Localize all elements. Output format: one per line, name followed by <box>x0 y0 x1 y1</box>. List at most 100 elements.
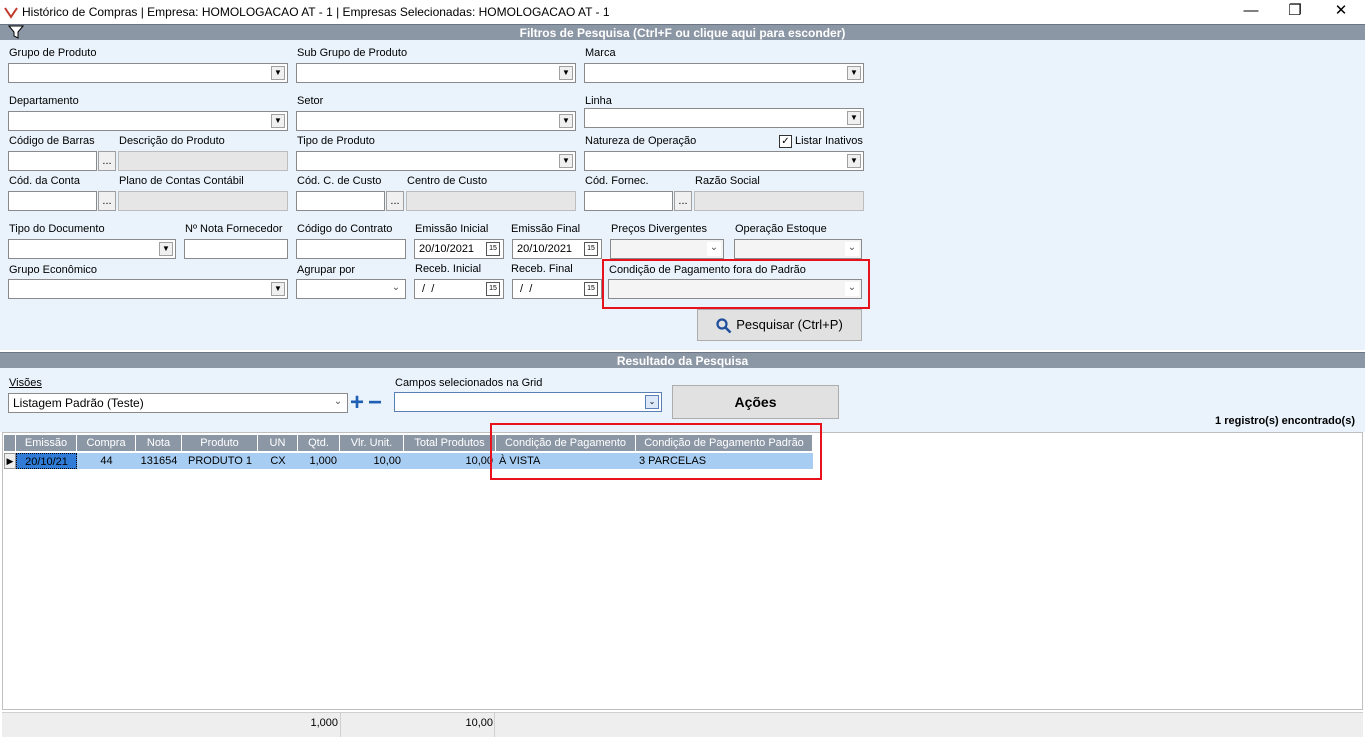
table-cell[interactable]: CX <box>258 453 298 469</box>
pesquisar-button[interactable]: Pesquisar (Ctrl+P) <box>697 309 862 341</box>
column-header[interactable]: Compra <box>77 435 136 451</box>
razao-social-label: Razão Social <box>695 175 760 187</box>
chevron-down-icon: ▼ <box>559 114 573 128</box>
marca-label: Marca <box>585 47 616 59</box>
operacao-estoque-select[interactable]: ⌄ <box>734 239 862 259</box>
visoes-select[interactable]: Listagem Padrão (Teste) ⌄ <box>8 393 348 413</box>
tipo-produto-select[interactable]: ▼ <box>296 151 576 171</box>
campos-select[interactable]: ⌄ <box>394 392 662 412</box>
cod-fornec-input[interactable] <box>584 191 673 211</box>
add-view-icon[interactable]: + <box>350 391 364 415</box>
codigo-barras-label: Código de Barras <box>9 135 95 147</box>
highlight-box-filter <box>602 259 870 309</box>
descricao-produto-label: Descrição do Produto <box>119 135 225 147</box>
calendar-icon[interactable]: 15 <box>584 282 598 296</box>
close-button[interactable]: ✕ <box>1318 0 1364 24</box>
table-cell[interactable]: 10,00 <box>340 453 404 469</box>
table-cell[interactable]: 131654 <box>136 453 182 469</box>
column-header[interactable]: Vlr. Unit. <box>340 435 404 451</box>
visoes-label: Visões <box>9 377 42 389</box>
row-indicator-icon: ▶ <box>4 453 16 469</box>
emissao-inicial-value: 20/10/2021 <box>419 243 475 255</box>
chevron-down-icon: ▼ <box>559 154 573 168</box>
emissao-final-date[interactable]: 20/10/2021 15 <box>512 239 602 259</box>
agrupar-por-select[interactable]: ⌄ <box>296 279 406 299</box>
receb-inicial-value: / / <box>419 283 435 295</box>
linha-select[interactable]: ▼ <box>584 108 864 128</box>
column-header[interactable]: Emissão <box>16 435 77 451</box>
results-header-label: Resultado da Pesquisa <box>616 354 749 368</box>
precos-divergentes-label: Preços Divergentes <box>611 223 707 235</box>
column-header[interactable]: Qtd. <box>298 435 340 451</box>
precos-divergentes-select[interactable]: ⌄ <box>610 239 724 259</box>
codigo-barras-lookup-button[interactable]: ... <box>98 151 116 171</box>
chevron-down-icon: ▼ <box>271 114 285 128</box>
column-header[interactable]: UN <box>258 435 298 451</box>
emissao-inicial-date[interactable]: 20/10/2021 15 <box>414 239 504 259</box>
descricao-produto-field <box>118 151 288 171</box>
chevron-down-icon: ⌄ <box>707 242 721 256</box>
tipo-documento-select[interactable]: ▼ <box>8 239 176 259</box>
receb-inicial-date[interactable]: / / 15 <box>414 279 504 299</box>
search-icon <box>716 317 732 333</box>
receb-final-date[interactable]: / / 15 <box>512 279 602 299</box>
grupo-economico-select[interactable]: ▼ <box>8 279 288 299</box>
calendar-icon[interactable]: 15 <box>584 242 598 256</box>
grid-indicator-header <box>4 435 16 451</box>
calendar-icon[interactable]: 15 <box>486 242 500 256</box>
cod-fornec-lookup-button[interactable]: ... <box>674 191 692 211</box>
linha-label: Linha <box>585 95 612 107</box>
sub-grupo-select[interactable]: ▼ <box>296 63 576 83</box>
table-cell[interactable]: PRODUTO 1 <box>182 453 258 469</box>
cod-c-custo-lookup-button[interactable]: ... <box>386 191 404 211</box>
marca-select[interactable]: ▼ <box>584 63 864 83</box>
emissao-inicial-label: Emissão Inicial <box>415 223 489 235</box>
column-header[interactable]: Nota <box>136 435 182 451</box>
emissao-final-value: 20/10/2021 <box>517 243 573 255</box>
chevron-down-icon: ▼ <box>847 154 861 168</box>
tipo-produto-label: Tipo de Produto <box>297 135 375 147</box>
receb-inicial-label: Receb. Inicial <box>415 263 482 275</box>
remove-view-icon[interactable]: − <box>368 391 382 415</box>
grupo-produto-select[interactable]: ▼ <box>8 63 288 83</box>
filters-header[interactable]: Filtros de Pesquisa (Ctrl+F ou clique aq… <box>0 24 1365 40</box>
listar-inativos-checkbox[interactable]: ✓ <box>779 135 792 148</box>
cod-conta-input[interactable] <box>8 191 97 211</box>
filter-icon[interactable] <box>8 25 24 39</box>
nota-fornecedor-label: Nº Nota Fornecedor <box>185 223 283 235</box>
table-cell[interactable]: 10,00 <box>404 453 496 469</box>
table-cell[interactable]: 1,000 <box>298 453 340 469</box>
acoes-button[interactable]: Ações <box>672 385 839 419</box>
column-header[interactable]: Produto <box>182 435 258 451</box>
chevron-down-icon: ⌄ <box>389 282 403 296</box>
chevron-down-icon: ▼ <box>847 111 861 125</box>
emissao-final-label: Emissão Final <box>511 223 581 235</box>
nota-fornecedor-input[interactable] <box>184 239 288 259</box>
total-produtos: 10,00 <box>465 717 493 729</box>
chevron-down-icon: ⌄ <box>645 395 659 409</box>
column-header[interactable]: Total Produtos <box>404 435 496 451</box>
chevron-down-icon: ▼ <box>271 282 285 296</box>
operacao-estoque-label: Operação Estoque <box>735 223 827 235</box>
listar-inativos-label: Listar Inativos <box>795 135 863 147</box>
plano-contas-field <box>118 191 288 211</box>
natureza-operacao-select[interactable]: ▼ <box>584 151 864 171</box>
departamento-select[interactable]: ▼ <box>8 111 288 131</box>
codigo-barras-input[interactable] <box>8 151 97 171</box>
cod-fornec-label: Cód. Fornec. <box>585 175 649 187</box>
table-cell[interactable]: 44 <box>77 453 136 469</box>
maximize-button[interactable]: ❐ <box>1272 0 1318 24</box>
codigo-contrato-input[interactable] <box>296 239 406 259</box>
sub-grupo-label: Sub Grupo de Produto <box>297 47 408 59</box>
natureza-operacao-label: Natureza de Operação <box>585 135 697 147</box>
cod-c-custo-input[interactable] <box>296 191 385 211</box>
title-bar: Histórico de Compras | Empresa: HOMOLOGA… <box>0 0 1365 24</box>
minimize-button[interactable]: — <box>1228 0 1274 24</box>
setor-select[interactable]: ▼ <box>296 111 576 131</box>
table-cell[interactable]: 20/10/21 <box>16 453 77 469</box>
chevron-down-icon: ▼ <box>559 66 573 80</box>
receb-final-label: Receb. Final <box>511 263 573 275</box>
cod-conta-lookup-button[interactable]: ... <box>98 191 116 211</box>
calendar-icon[interactable]: 15 <box>486 282 500 296</box>
setor-label: Setor <box>297 95 324 107</box>
